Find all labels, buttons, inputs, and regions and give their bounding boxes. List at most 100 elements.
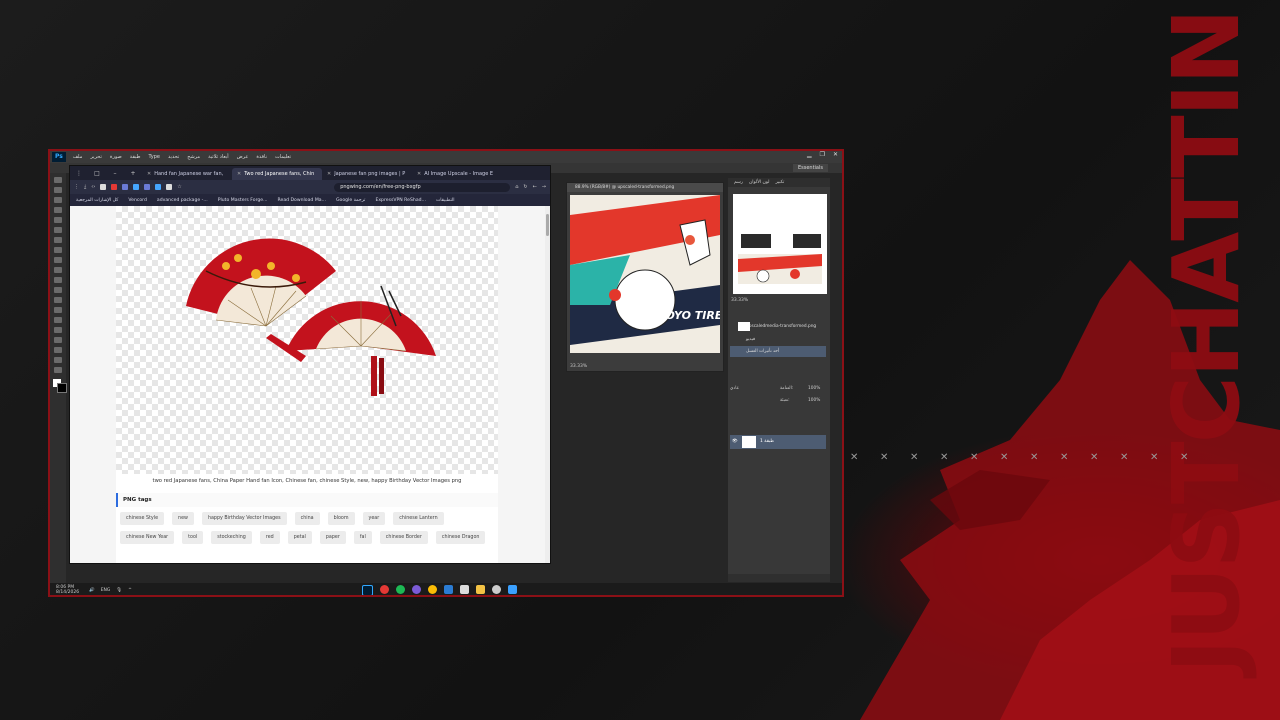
tag-chip[interactable]: red — [259, 531, 280, 544]
panel-tab[interactable]: لون الألوان — [749, 178, 770, 187]
extension-icon[interactable] — [155, 184, 162, 190]
menu-3d[interactable]: أبعاد ثلاثية — [208, 154, 229, 160]
tag-chip[interactable]: paper — [319, 531, 346, 544]
navigator-preview[interactable] — [733, 194, 827, 294]
panel-tab[interactable]: رسم — [734, 178, 743, 187]
close-tab-icon[interactable]: ✕ — [327, 168, 331, 180]
tag-chip[interactable]: chinese New Year — [120, 531, 175, 544]
browser-tab[interactable]: ✕ Japanese fan png images | P — [322, 168, 412, 180]
close-tab-icon[interactable]: ✕ — [147, 168, 151, 180]
clock[interactable]: 8:06 PM 8/14/2026 — [56, 585, 79, 595]
hand-tool-icon[interactable] — [54, 357, 62, 363]
photoshop-app-icon[interactable] — [362, 585, 373, 595]
browser-tab-active[interactable]: ✕ Two red Japanese fans, Chin — [232, 168, 322, 180]
tag-chip[interactable]: china — [294, 512, 320, 525]
new-tab-icon[interactable]: + — [124, 170, 142, 177]
devtools-icon[interactable]: ‹› — [91, 184, 95, 190]
mail-icon[interactable] — [444, 585, 453, 594]
gradient-tool-icon[interactable] — [54, 287, 62, 293]
menu-type[interactable]: Type — [149, 154, 160, 160]
address-bar[interactable]: pngwing.com/en/free-png-bxgfp — [334, 182, 511, 192]
bookmark[interactable]: Read Download Ma... — [278, 198, 326, 203]
marquee-tool-icon[interactable] — [54, 187, 62, 193]
browser-tab[interactable]: ✕ AI Image Upscale - Image E — [412, 168, 502, 180]
png-preview[interactable] — [116, 206, 498, 474]
menu-layer[interactable]: طبقة — [130, 154, 141, 160]
brush-tool-icon[interactable] — [54, 247, 62, 253]
opacity-value[interactable]: 100% — [808, 386, 820, 391]
shape-tool-icon[interactable] — [54, 347, 62, 353]
store-icon[interactable] — [460, 585, 469, 594]
pen-tool-icon[interactable] — [54, 317, 62, 323]
app-icon[interactable] — [412, 585, 421, 594]
search-icon[interactable] — [492, 585, 501, 594]
layer-comp-item[interactable]: upscaledmedia-transformed.png — [730, 321, 826, 332]
star-icon[interactable]: ☆ — [177, 184, 181, 190]
home-icon[interactable]: ⌂ — [515, 184, 518, 190]
type-tool-icon[interactable] — [54, 327, 62, 333]
menu-edit[interactable]: تحرير — [90, 154, 102, 160]
chrome-icon[interactable] — [428, 585, 437, 594]
bookmark[interactable]: Vencord — [128, 198, 147, 203]
bookmark[interactable]: Google ترجمة — [336, 198, 365, 203]
tag-chip[interactable]: chinese Dragon — [435, 531, 486, 544]
extension-icon[interactable] — [111, 184, 118, 190]
tag-chip[interactable]: chinese Border — [379, 531, 428, 544]
eyedropper-tool-icon[interactable] — [54, 227, 62, 233]
reload-icon[interactable]: ↻ — [523, 184, 527, 190]
folder-icon[interactable] — [476, 585, 485, 594]
path-select-icon[interactable] — [54, 337, 62, 343]
minimize-icon[interactable]: – — [106, 170, 124, 177]
layer-comp-item-selected[interactable]: أحد تأثيرات العسل — [730, 346, 826, 357]
spotify-icon[interactable] — [396, 585, 405, 594]
bookmark[interactable]: Pluto Masters Forge... — [218, 198, 268, 203]
navigator-zoom[interactable]: 33.33% — [731, 298, 748, 303]
move-tool-icon[interactable] — [54, 177, 62, 183]
tag-chip[interactable]: year — [362, 512, 386, 525]
eye-icon[interactable]: 👁 — [732, 435, 738, 449]
menu-file[interactable]: ملف — [73, 154, 83, 160]
close-tab-icon[interactable]: ✕ — [237, 168, 241, 180]
menu-select[interactable]: تحديد — [168, 154, 179, 160]
fill-value[interactable]: 100% — [808, 398, 820, 403]
minimize-icon[interactable]: ▁ — [807, 151, 812, 158]
restore-icon[interactable]: ❐ — [820, 151, 825, 158]
stamp-tool-icon[interactable] — [54, 257, 62, 263]
mic-icon[interactable]: 🎙 — [116, 588, 122, 593]
bookmark[interactable]: كل الإشارات المرجعية — [76, 198, 118, 203]
healing-tool-icon[interactable] — [54, 237, 62, 243]
document-canvas[interactable]: TOYO TIRES — [570, 195, 720, 353]
document-tab[interactable]: 88.9% (RGB/8#) @ upscaled-transformed.pn… — [567, 183, 723, 192]
lasso-tool-icon[interactable] — [54, 197, 62, 203]
tag-chip[interactable]: chinese Style — [120, 512, 165, 525]
tag-chip[interactable]: new — [172, 512, 194, 525]
tag-chip[interactable]: fal — [353, 531, 372, 544]
menu-filter[interactable]: مرشح — [187, 154, 200, 160]
close-tab-icon[interactable]: ✕ — [417, 168, 421, 180]
extension-icon[interactable] — [122, 184, 129, 190]
panel-tab[interactable]: تكبير — [775, 178, 784, 187]
extension-icon[interactable] — [100, 184, 107, 190]
bookmark[interactable]: ExpressVPN ReShad... — [375, 198, 426, 203]
extension-icon[interactable] — [133, 184, 140, 190]
eraser-tool-icon[interactable] — [54, 277, 62, 283]
bookmark[interactable]: advanced package -... — [157, 198, 208, 203]
extension-icon[interactable] — [144, 184, 151, 190]
speaker-icon[interactable]: 🔊 — [89, 588, 95, 593]
chevron-up-icon[interactable]: ^ — [128, 588, 132, 593]
start-icon[interactable] — [508, 585, 517, 594]
tag-chip[interactable]: happy Birthday Vector Images — [201, 512, 287, 525]
menu-icon[interactable]: ⋮ — [74, 184, 79, 190]
bookmark[interactable]: التطبيقات — [436, 198, 455, 203]
forward-icon[interactable]: → — [542, 184, 546, 190]
tag-chip[interactable]: chinese Lantern — [393, 512, 444, 525]
restore-icon[interactable]: □ — [88, 170, 106, 177]
tag-chip[interactable]: tool — [182, 531, 204, 544]
tab-menu-icon[interactable]: ⋮ — [70, 170, 88, 177]
menu-view[interactable]: عرض — [237, 154, 249, 160]
tag-chip[interactable]: bloom — [327, 512, 355, 525]
blur-tool-icon[interactable] — [54, 297, 62, 303]
workspace-switcher[interactable]: Essentials — [792, 164, 828, 172]
close-icon[interactable]: ✕ — [833, 151, 838, 158]
dodge-tool-icon[interactable] — [54, 307, 62, 313]
